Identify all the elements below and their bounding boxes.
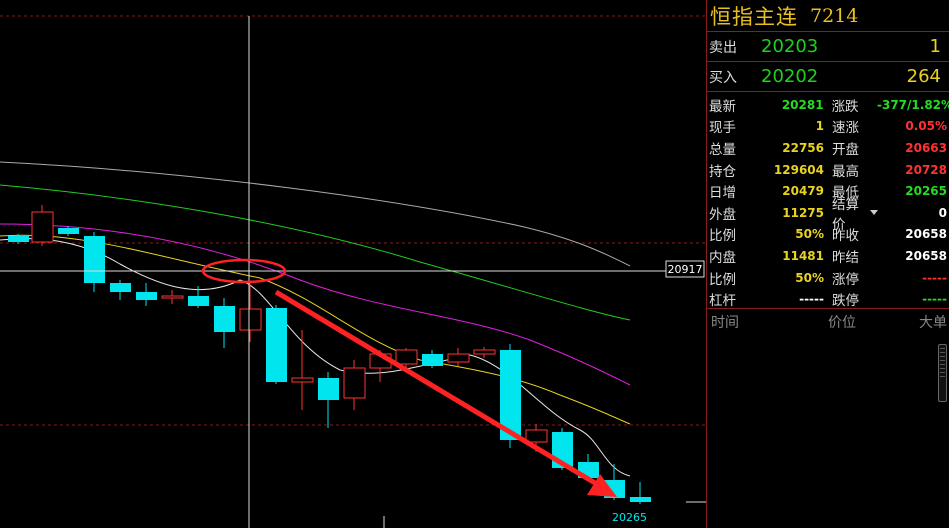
quote-panel: 恒指主连 7214 卖出 20203 1 买入 20202 264 最新 2028…: [706, 0, 949, 528]
candle-body: [8, 236, 29, 242]
stat-label: 持仓: [709, 163, 736, 180]
ticks-header-volume: 大单: [919, 315, 947, 331]
stat-row: 持仓 129604 最高 20728: [707, 159, 949, 181]
stat-label: 速涨: [832, 120, 859, 137]
candle-body: [239, 308, 262, 331]
stat-label: 总量: [709, 141, 736, 158]
chevron-down-icon[interactable]: [869, 210, 878, 216]
candle-body: [214, 306, 235, 332]
stat-value: 50%: [795, 270, 824, 285]
ask-price: 20203: [761, 36, 819, 57]
ask-label: 卖出: [709, 39, 737, 56]
stat-value: 129604: [773, 162, 824, 177]
stat-label: 杠杆: [709, 293, 736, 310]
crosshair-price-label: 20917: [668, 263, 703, 276]
stat-value: 0.05%: [905, 119, 947, 134]
candle-body: [188, 296, 209, 306]
ticks-header-time: 时间: [711, 315, 739, 331]
stat-value: 20658: [905, 227, 947, 242]
candle-body: [266, 308, 287, 382]
stat-value: 1: [815, 119, 824, 134]
stat-label: 最高: [832, 163, 859, 180]
stat-value: -377/1.82%: [877, 97, 949, 112]
stat-label: 比例: [709, 271, 736, 288]
stat-value: 20663: [905, 140, 947, 155]
stat-label: 内盘: [709, 249, 736, 266]
candle-body: [136, 292, 157, 300]
candle-body: [422, 354, 443, 366]
stat-value: -----: [799, 292, 824, 307]
stat-value: 0: [938, 205, 947, 220]
stat-label: 最新: [709, 98, 736, 115]
stat-label: 昨收: [832, 228, 859, 245]
candle-body: [343, 367, 366, 399]
stat-value: 20265: [905, 184, 947, 199]
stat-label: 外盘: [709, 206, 736, 223]
bid-volume: 264: [906, 66, 941, 87]
bid-price: 20202: [761, 66, 819, 87]
stat-value: 20479: [782, 184, 824, 199]
ticks-separator: [707, 308, 949, 309]
stat-value: 20728: [905, 162, 947, 177]
candle-body: [31, 211, 54, 243]
stat-label: 日增: [709, 185, 736, 202]
stats-table: 最新 20281 涨跌 -377/1.82% 现手 1 速涨 0.05% 总量 22756 开盘 20…: [707, 92, 949, 310]
stat-row: 杠杆 ----- 跌停 -----: [707, 288, 949, 310]
ticks-header: 时间 价位 大单: [707, 312, 949, 332]
bid-label: 买入: [709, 69, 737, 86]
stat-label: 跌停: [832, 293, 859, 310]
ask-volume: 1: [929, 36, 941, 57]
stat-row: 最新 20281 涨跌 -377/1.82%: [707, 94, 949, 116]
stat-value: 22756: [782, 140, 824, 155]
stat-row: 现手 1 速涨 0.05%: [707, 116, 949, 138]
stat-row: 内盘 11481 昨结 20658: [707, 245, 949, 267]
stat-row: 外盘 11275 结算价 0: [707, 197, 949, 233]
stat-value: 50%: [795, 227, 824, 242]
bid-row[interactable]: 买入 20202 264: [707, 62, 949, 92]
instrument-code: 7214: [810, 4, 859, 27]
candle-body: [84, 236, 105, 283]
stat-value: 20281: [781, 97, 824, 112]
stat-label: 开盘: [832, 141, 859, 158]
candle-body: [291, 377, 314, 383]
stat-value: 11481: [782, 248, 824, 263]
stat-label: 涨停: [832, 271, 859, 288]
stat-label: 比例: [709, 228, 736, 245]
instrument-name: 恒指主连: [710, 4, 798, 29]
ticks-scrollbar[interactable]: [938, 344, 947, 402]
candle-body: [630, 497, 651, 502]
stat-label: 昨结: [832, 249, 859, 266]
candle-body: [110, 283, 131, 292]
stat-row: 比例 50% 昨收 20658: [707, 224, 949, 246]
candle-body: [161, 295, 184, 299]
candle-body: [447, 353, 470, 363]
stat-value: -----: [922, 292, 947, 307]
ask-row[interactable]: 卖出 20203 1: [707, 32, 949, 62]
candle-body: [395, 349, 418, 365]
candlestick-chart[interactable]: 20917 20265: [0, 0, 706, 528]
stat-label: 涨跌: [831, 98, 859, 115]
candle-body: [473, 349, 496, 355]
stat-row: 总量 22756 开盘 20663: [707, 137, 949, 159]
stat-row: 比例 50% 涨停 -----: [707, 267, 949, 289]
stat-value: -----: [922, 270, 947, 285]
low-price-label: 20265: [612, 511, 647, 524]
stat-label: 现手: [709, 120, 736, 137]
stat-value: 20658: [905, 248, 947, 263]
stat-value: 11275: [782, 205, 824, 220]
candle-body: [58, 228, 79, 234]
instrument-header: 恒指主连 7214: [707, 0, 949, 32]
ticks-header-price: 价位: [828, 315, 856, 331]
candle-body: [318, 378, 339, 400]
candle-body: [525, 429, 548, 443]
